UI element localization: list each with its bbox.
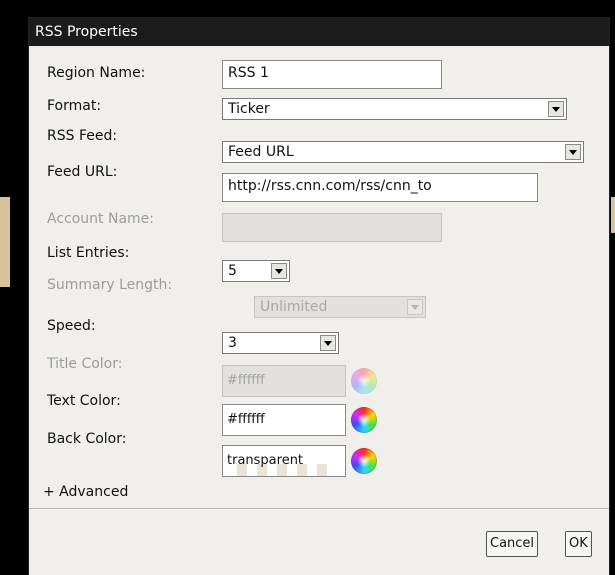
feed-url-input[interactable]: http://rss.cnn.com/rss/cnn_to bbox=[222, 173, 538, 202]
rss-feed-select-value: Feed URL bbox=[228, 144, 294, 160]
chevron-down-icon[interactable] bbox=[565, 144, 581, 160]
ok-button[interactable]: OK bbox=[565, 531, 592, 557]
rss-feed-select[interactable]: Feed URL bbox=[222, 141, 584, 163]
title-color-input: #ffffff bbox=[222, 365, 346, 397]
color-wheel-icon[interactable] bbox=[351, 448, 377, 474]
region-name-input[interactable]: RSS 1 bbox=[222, 60, 442, 89]
speed-select-value: 3 bbox=[228, 335, 237, 351]
color-wheel-icon[interactable] bbox=[351, 407, 377, 433]
summary-length-label: Summary Length: bbox=[47, 277, 173, 293]
list-entries-label: List Entries: bbox=[47, 245, 130, 261]
summary-length-select: Unlimited bbox=[254, 296, 426, 318]
chevron-down-icon[interactable] bbox=[271, 263, 287, 279]
back-color-input[interactable]: transparent bbox=[222, 445, 346, 477]
chevron-down-icon[interactable] bbox=[320, 335, 336, 351]
dialog-footer: Cancel OK bbox=[29, 508, 609, 575]
account-name-label: Account Name: bbox=[47, 211, 154, 227]
format-select[interactable]: Ticker bbox=[222, 98, 567, 120]
background-page-edge-right bbox=[611, 197, 615, 233]
list-entries-select[interactable]: 5 bbox=[222, 260, 290, 282]
format-select-value: Ticker bbox=[228, 101, 270, 117]
list-entries-select-value: 5 bbox=[228, 263, 237, 279]
cancel-button[interactable]: Cancel bbox=[486, 531, 539, 557]
feed-url-label: Feed URL: bbox=[47, 164, 118, 180]
dialog-title: RSS Properties bbox=[29, 18, 609, 46]
rss-feed-label: RSS Feed: bbox=[47, 128, 118, 144]
text-color-input[interactable]: #ffffff bbox=[222, 404, 346, 436]
back-color-label: Back Color: bbox=[47, 431, 127, 447]
speed-select[interactable]: 3 bbox=[222, 332, 339, 354]
advanced-toggle[interactable]: + Advanced bbox=[43, 484, 128, 500]
summary-length-select-value: Unlimited bbox=[260, 299, 328, 315]
title-color-label: Title Color: bbox=[47, 356, 123, 372]
text-color-label: Text Color: bbox=[47, 393, 121, 409]
text-color-value: #ffffff bbox=[227, 412, 265, 427]
color-wheel-icon bbox=[351, 368, 377, 394]
speed-label: Speed: bbox=[47, 318, 96, 334]
region-name-label: Region Name: bbox=[47, 65, 146, 81]
chevron-down-icon[interactable] bbox=[548, 101, 564, 117]
background-page-edge-left bbox=[0, 197, 10, 287]
chevron-down-icon bbox=[407, 299, 423, 315]
format-label: Format: bbox=[47, 98, 102, 114]
rss-properties-dialog: RSS Properties Region Name: RSS 1 Format… bbox=[28, 17, 610, 575]
account-name-input bbox=[222, 213, 442, 242]
back-color-value: transparent bbox=[227, 453, 304, 468]
title-color-value: #ffffff bbox=[227, 373, 265, 388]
